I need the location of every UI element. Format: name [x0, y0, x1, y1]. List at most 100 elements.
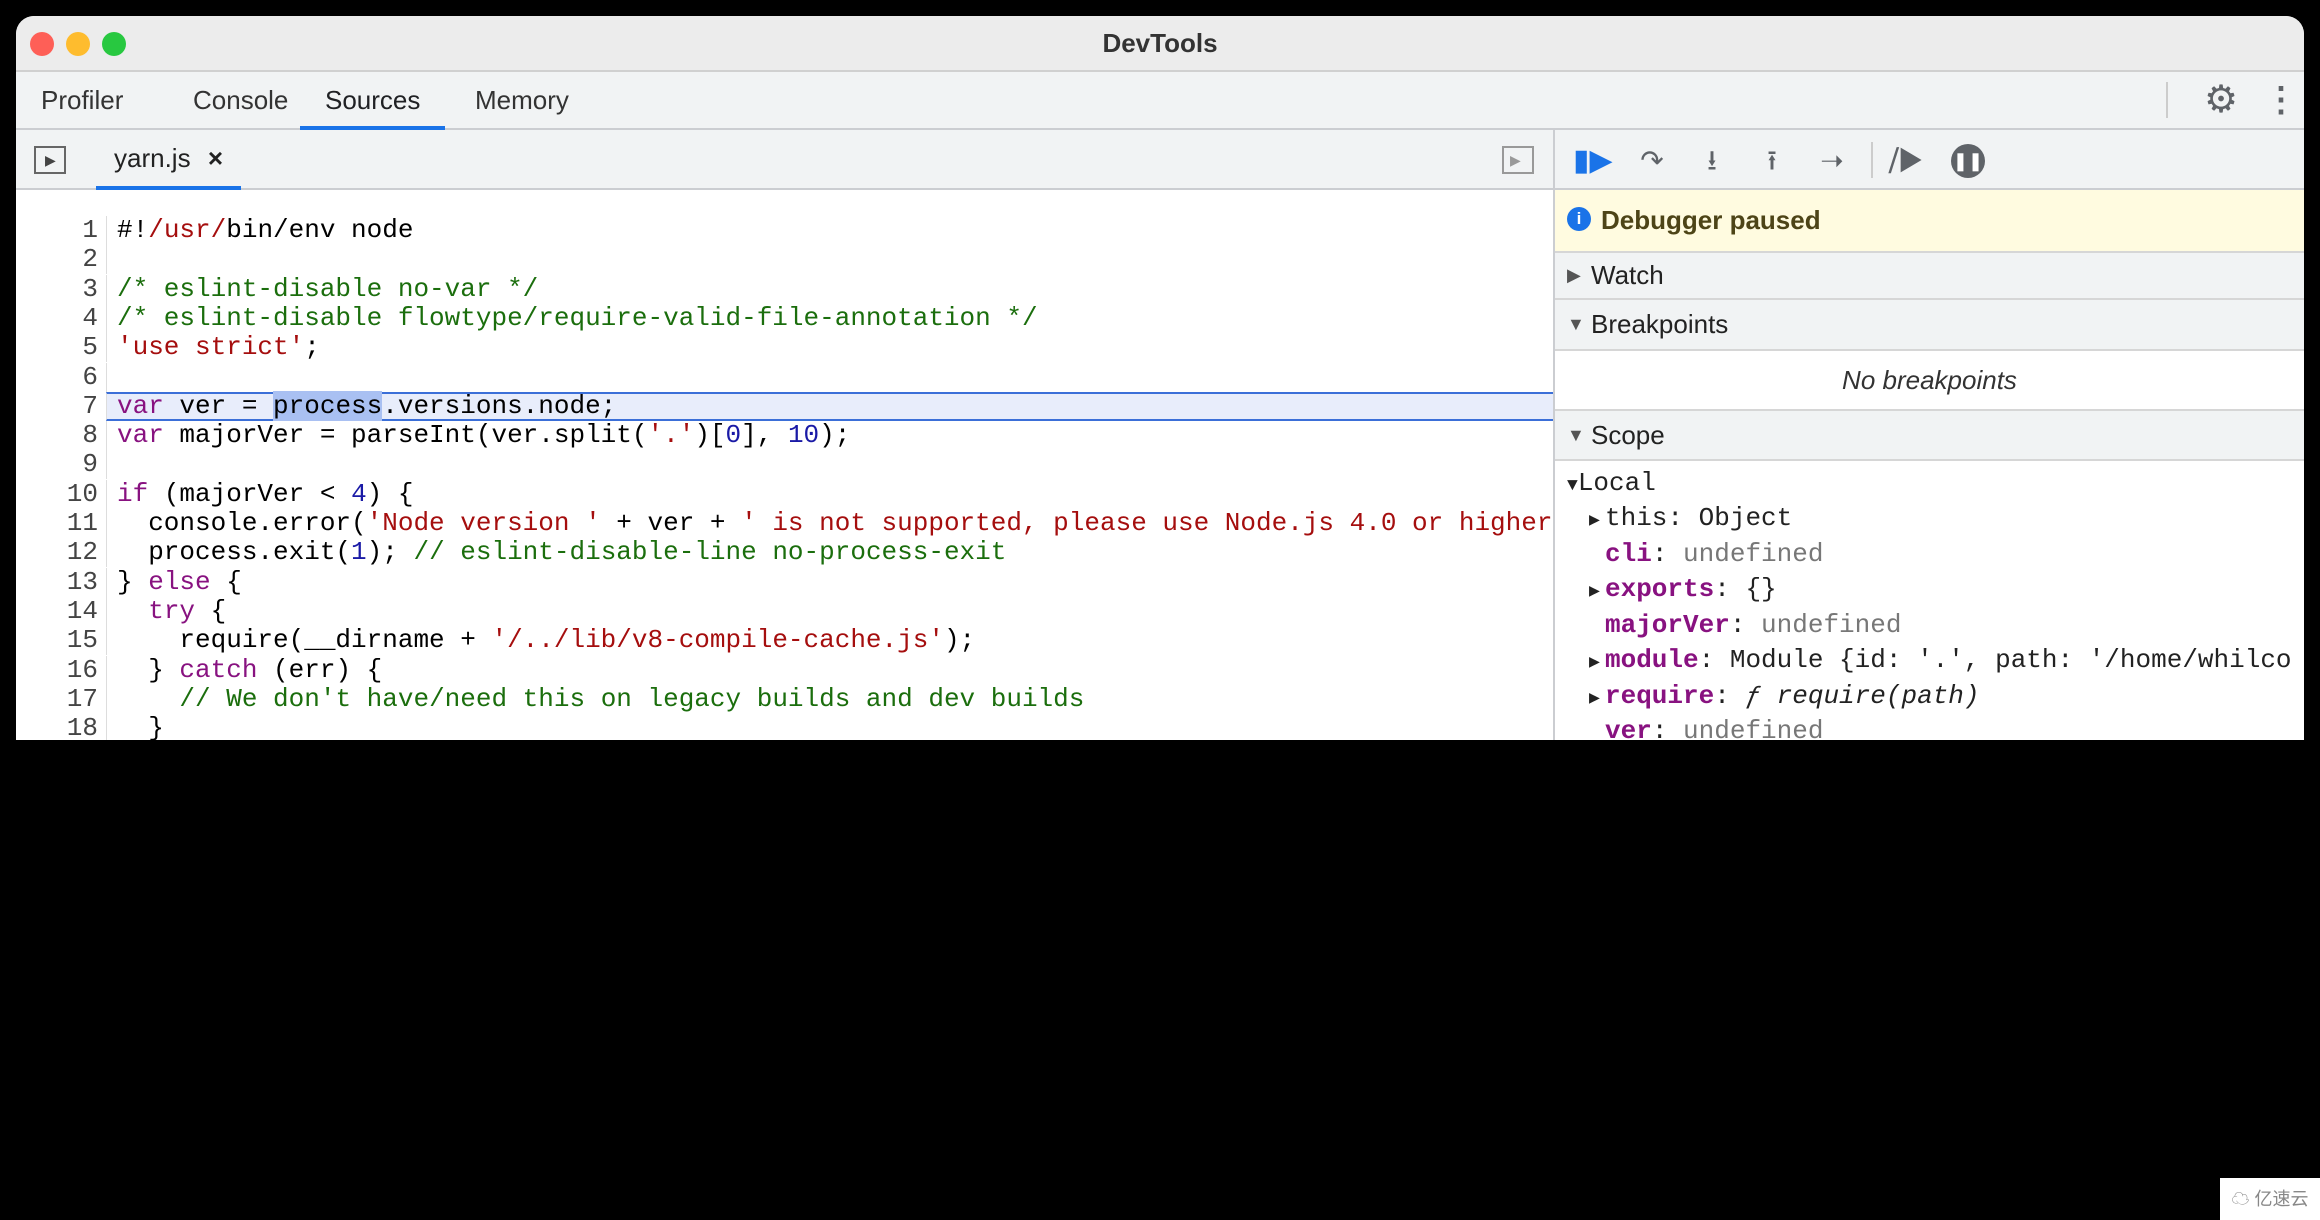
tab-profiler[interactable]: Profiler	[16, 72, 148, 130]
watermark-logo: ☁ 亿速云	[2220, 1178, 2320, 1220]
resume-icon[interactable]: ▮▶	[1573, 144, 1613, 178]
collapse-arrow-icon: ▼	[1567, 314, 1585, 334]
toggle-debugger-icon[interactable]: ▶	[1502, 146, 1534, 174]
tab-memory[interactable]: Memory	[450, 72, 594, 130]
tab-console[interactable]: Console	[168, 72, 313, 130]
scope-value: undefined	[1761, 609, 1902, 640]
section-label: Scope	[1591, 420, 1665, 450]
code-token: (majorVer <	[148, 478, 352, 509]
code-token: );	[943, 625, 976, 656]
scope-key: majorVer	[1605, 609, 1730, 640]
line-number[interactable]: 16	[16, 655, 98, 685]
line-number[interactable]: 10	[16, 479, 98, 509]
toggle-navigator-icon[interactable]: ▶	[34, 146, 66, 174]
code-line: 'use strict';	[106, 333, 1553, 363]
code-editor[interactable]: 1 #!/usr/bin/env node 2 3 /* eslint-disable …	[16, 190, 1615, 740]
expand-arrow-icon[interactable]: ▶	[1589, 682, 1605, 717]
line-number[interactable]: 8	[16, 421, 98, 450]
step-icon[interactable]: ➝	[1815, 144, 1849, 178]
code-token: )[	[694, 420, 726, 451]
line-number[interactable]: 2	[16, 245, 98, 274]
scope-value: ƒ require(path)	[1745, 680, 1980, 711]
code-token: var	[117, 390, 164, 421]
code-token: );	[366, 537, 414, 568]
window-title: DevTools	[1102, 28, 1218, 58]
scope-variable[interactable]: ▶ exports: {}	[1589, 572, 1777, 607]
line-number[interactable]: 5	[16, 333, 98, 362]
code-token: }	[117, 713, 164, 740]
expand-arrow-icon[interactable]: ▶	[1589, 575, 1605, 610]
line-number[interactable]: 11	[16, 509, 98, 538]
watch-section-header[interactable]: ▶ Watch	[1555, 253, 2304, 300]
deactivate-breakpoints-icon[interactable]: ⧸▶	[1889, 144, 1924, 178]
code-line: if (majorVer < 4) {	[106, 478, 1553, 509]
code-line: var ver = process.versions.node;	[106, 390, 1553, 421]
scope-variable[interactable]: ▶ this: Object	[1589, 501, 1792, 536]
code-token: // eslint-disable-line no-process-exit	[413, 537, 1007, 568]
scope-variable[interactable]: ▶ module: Module {id: '.', path: '/home/w…	[1589, 643, 2292, 678]
code-token: 'Node version '	[366, 508, 601, 538]
code-line	[106, 362, 1553, 392]
scope-key: this	[1605, 503, 1668, 533]
pause-on-exceptions-icon[interactable]: ❚❚	[1951, 144, 1985, 178]
step-into-icon[interactable]: ⭳	[1695, 144, 1729, 178]
file-tab-bar: ▶ yarn.js × ▶	[16, 130, 1553, 190]
code-token: 4	[351, 478, 367, 509]
more-menu-icon[interactable]: ⋮	[2264, 80, 2298, 120]
file-tab[interactable]: yarn.js ×	[96, 130, 241, 190]
line-number[interactable]: 7	[16, 391, 98, 421]
code-line: console.error('Node version ' + ver + ' …	[106, 508, 1615, 538]
expand-arrow-icon[interactable]: ▶	[1589, 504, 1605, 539]
scope-variable[interactable]: cli: undefined	[1589, 537, 1823, 572]
close-tab-icon[interactable]: ×	[208, 143, 223, 173]
section-label: Watch	[1591, 260, 1664, 290]
scope-local-header[interactable]: ▼Local	[1567, 466, 1656, 501]
code-line: /* eslint-disable no-var */	[106, 273, 1553, 304]
code-token: process	[273, 390, 383, 421]
line-number[interactable]: 9	[16, 450, 98, 479]
code-token: }	[117, 566, 149, 597]
scope-section-header[interactable]: ▼ Scope	[1555, 411, 2304, 461]
code-token: 0	[725, 420, 742, 451]
line-number[interactable]: 6	[16, 362, 98, 392]
collapse-arrow-icon: ▼	[1567, 476, 1578, 496]
line-number[interactable]: 1	[16, 216, 98, 245]
step-over-icon[interactable]: ↷	[1635, 144, 1669, 178]
line-number[interactable]: 17	[16, 684, 98, 714]
code-token: try	[148, 595, 196, 626]
code-token: '.'	[647, 420, 695, 451]
debugger-paused-banner: i Debugger paused	[1555, 190, 2304, 253]
scope-value: Object	[1698, 503, 1793, 533]
section-label: Breakpoints	[1591, 309, 1729, 339]
code-token: '/../lib/v8-compile-cache.js'	[491, 625, 944, 656]
line-number[interactable]: 4	[16, 303, 98, 333]
tab-sources[interactable]: Sources	[300, 72, 446, 130]
line-number[interactable]: 3	[16, 274, 98, 304]
step-out-icon[interactable]: ⭱	[1755, 144, 1789, 178]
line-number[interactable]: 14	[16, 596, 98, 626]
code-token: {	[195, 595, 227, 626]
expand-arrow-icon[interactable]: ▶	[1589, 646, 1605, 681]
info-icon: i	[1567, 207, 1591, 231]
line-number[interactable]: 12	[16, 538, 98, 567]
code-token: require(__dirname +	[117, 625, 492, 656]
line-number[interactable]: 13	[16, 567, 98, 597]
code-token: (err) {	[257, 654, 383, 685]
scope-variable[interactable]: ▶ require: ƒ require(path)	[1589, 679, 1979, 714]
code-token: );	[819, 420, 851, 451]
code-line: require(__dirname + '/../lib/v8-compile-…	[106, 625, 1553, 656]
code-token: if	[117, 478, 149, 509]
scope-variable[interactable]: majorVer: undefined	[1589, 608, 1901, 643]
breakpoints-section-header[interactable]: ▼ Breakpoints	[1555, 300, 2304, 351]
code-line: }	[106, 714, 1553, 740]
line-number[interactable]: 15	[16, 626, 98, 655]
code-token: /* eslint-disable no-var */	[117, 273, 539, 304]
code-token: majorVer = parseInt(ver.split(	[163, 420, 648, 451]
line-number[interactable]: 18	[16, 714, 98, 740]
scope-variable[interactable]: ver: undefined	[1589, 714, 1823, 740]
file-tab-name: yarn.js	[114, 143, 191, 173]
gear-icon[interactable]: ⚙	[2204, 80, 2238, 120]
code-token: catch	[179, 654, 258, 685]
code-token: /* eslint-disable flowtype/require-valid…	[117, 302, 1038, 333]
scope-value: undefined	[1683, 716, 1824, 740]
